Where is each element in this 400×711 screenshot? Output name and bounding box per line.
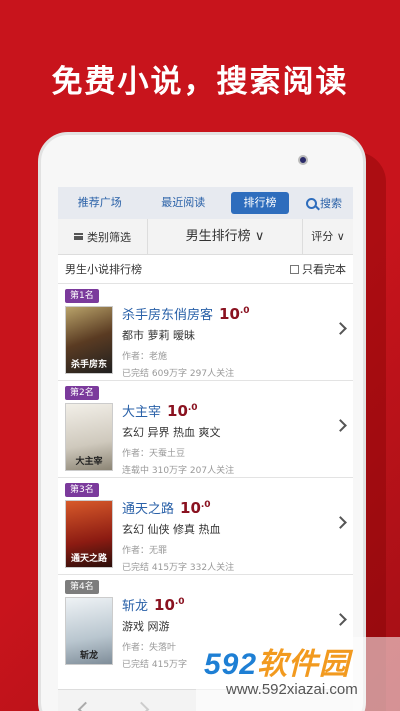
book-cover: 通天之路 (65, 500, 113, 568)
book-cover: 大主宰 (65, 403, 113, 471)
watermark-url: www.592xiazai.com (226, 681, 358, 698)
book-stats: 已完结 609万字 297人关注 (122, 369, 235, 379)
list-item[interactable]: 第2名 大主宰 大主宰 10.0 玄幻 异界 热血 爽文 作者：天蚕土豆 连载中 … (58, 380, 353, 477)
camera-icon (298, 155, 308, 165)
menu-icon (74, 233, 83, 240)
rank-badge: 第4名 (65, 580, 99, 594)
ranking-select-label: 男生排行榜 (185, 229, 251, 244)
book-author: 作者：天蚕土豆 (122, 449, 186, 459)
book-tags: 都市 萝莉 暧昧 (122, 329, 195, 342)
book-stats: 连载中 310万字 207人关注 (122, 466, 235, 476)
sort-select-label: 评分 (311, 229, 334, 243)
chevron-right-icon (334, 613, 347, 626)
tab-recommend[interactable]: 推荐广场 (58, 187, 142, 219)
rank-badge: 第3名 (65, 483, 99, 497)
chevron-down-icon: ∨ (336, 229, 345, 243)
phone-frame: 推荐广场 最近阅读 排行榜 搜索 类别筛选 男生排行榜 ∨ 评分 ∨ 男生小说排… (38, 132, 366, 711)
book-title: 通天之路 (122, 502, 175, 517)
search-button[interactable]: 搜索 (295, 195, 353, 211)
book-cover: 斩龙 (65, 597, 113, 665)
checkbox-box (290, 264, 299, 274)
book-score: 10.0 (180, 499, 211, 517)
list-header: 男生小说排行榜 只看完本 (58, 255, 353, 283)
promo-headline: 免费小说，搜索阅读 (51, 64, 349, 100)
chevron-down-icon: ∨ (254, 229, 265, 244)
rank-badge: 第1名 (65, 289, 99, 303)
book-title: 大主宰 (122, 405, 162, 420)
category-filter-label: 类别筛选 (87, 230, 131, 244)
cover-text: 斩龙 (79, 651, 98, 661)
search-icon (306, 197, 317, 209)
rank-badge: 第2名 (65, 386, 99, 400)
book-tags: 玄幻 异界 热血 爽文 (122, 426, 221, 439)
book-info: 通天之路 10.0 玄幻 仙侠 修真 热血 作者：无罪 已完结 415万字 332… (122, 498, 329, 573)
book-author: 作者：无罪 (122, 546, 168, 556)
category-filter[interactable]: 类别筛选 (58, 219, 148, 254)
book-author: 作者：老施 (122, 352, 168, 362)
search-label: 搜索 (320, 197, 342, 210)
forward-arrow-icon[interactable] (133, 701, 150, 711)
book-score: 10.0 (219, 305, 250, 323)
book-title: 斩龙 (122, 599, 149, 614)
book-info: 大主宰 10.0 玄幻 异界 热血 爽文 作者：天蚕土豆 连载中 310万字 20… (122, 401, 329, 476)
tab-ranking[interactable]: 排行榜 (231, 192, 289, 214)
book-info: 杀手房东俏房客 10.0 都市 萝莉 暧昧 作者：老施 已完结 609万字 297… (122, 304, 329, 379)
book-cover: 杀手房东 (65, 306, 113, 374)
app-screen: 推荐广场 最近阅读 排行榜 搜索 类别筛选 男生排行榜 ∨ 评分 ∨ 男生小说排… (58, 187, 353, 711)
cover-text: 杀手房东 (70, 360, 107, 370)
book-score: 10.0 (154, 596, 185, 614)
ranking-select[interactable]: 男生排行榜 ∨ (148, 219, 303, 254)
book-title: 杀手房东俏房客 (122, 308, 214, 323)
chevron-right-icon (334, 322, 347, 335)
list-item[interactable]: 第1名 杀手房东 杀手房东俏房客 10.0 都市 萝莉 暧昧 作者：老施 已完结 … (58, 283, 353, 380)
filter-bar: 类别筛选 男生排行榜 ∨ 评分 ∨ (58, 219, 353, 255)
book-score: 10.0 (167, 402, 198, 420)
top-nav: 推荐广场 最近阅读 排行榜 搜索 (58, 187, 353, 219)
sort-select[interactable]: 评分 ∨ (303, 219, 353, 255)
watermark-logo: 592软件园 (204, 648, 351, 681)
chevron-right-icon (334, 419, 347, 432)
cover-text: 通天之路 (70, 554, 107, 564)
completed-only-checkbox[interactable]: 只看完本 (290, 261, 346, 277)
chevron-right-icon (334, 516, 347, 529)
book-stats: 已完结 415万字 332人关注 (122, 563, 235, 573)
checkbox-label: 只看完本 (302, 263, 346, 276)
list-item[interactable]: 第3名 通天之路 通天之路 10.0 玄幻 仙侠 修真 热血 作者：无罪 已完结 … (58, 477, 353, 574)
tab-recent[interactable]: 最近阅读 (142, 187, 226, 219)
book-tags: 游戏 网游 (122, 620, 170, 633)
book-tags: 玄幻 仙侠 修真 热血 (122, 523, 221, 536)
back-arrow-icon[interactable] (77, 701, 94, 711)
site-watermark: 592软件园 www.592xiazai.com (196, 637, 400, 711)
cover-text: 大主宰 (75, 457, 103, 467)
list-title: 男生小说排行榜 (65, 263, 142, 276)
